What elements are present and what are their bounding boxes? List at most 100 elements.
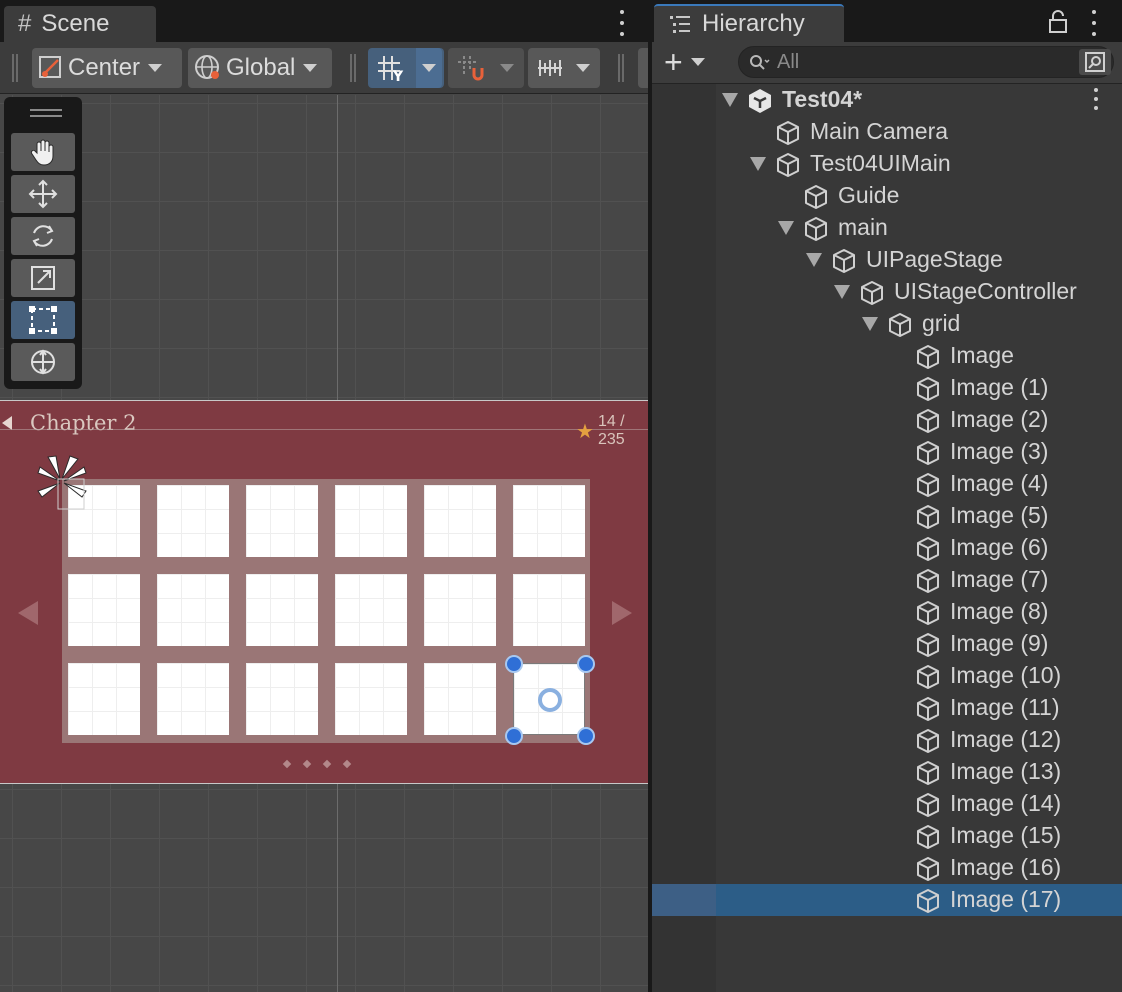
scene-viewport[interactable]: Chapter 2 ★ 14 / 235 [0, 95, 648, 992]
hierarchy-item[interactable]: Image (16) [652, 852, 1122, 884]
hierarchy-item[interactable]: Main Camera [652, 116, 1122, 148]
add-object-button[interactable]: + [664, 46, 705, 78]
ruler-snap-toggle[interactable] [528, 48, 600, 88]
chevron-down-icon [500, 64, 514, 72]
hierarchy-tab-label: Hierarchy [702, 10, 805, 37]
hierarchy-item[interactable]: main [652, 212, 1122, 244]
hierarchy-item[interactable]: Image (15) [652, 820, 1122, 852]
scale-icon [31, 266, 55, 290]
hierarchy-item-label: grid [922, 310, 961, 336]
hierarchy-item-label: Image (8) [950, 598, 1049, 624]
tab-hierarchy[interactable]: Hierarchy [654, 4, 844, 42]
pivot-rotation-dropdown[interactable]: Global [188, 48, 332, 88]
hierarchy-item[interactable]: UIPageStage [652, 244, 1122, 276]
grid-cell[interactable] [157, 663, 229, 735]
hierarchy-item[interactable]: Image (1) [652, 372, 1122, 404]
expand-arrow-icon[interactable] [750, 157, 766, 171]
hierarchy-menu-icon[interactable] [1086, 10, 1102, 36]
hierarchy-item[interactable]: Guide [652, 180, 1122, 212]
hierarchy-item-label: Main Camera [810, 118, 949, 144]
expand-arrow-icon[interactable] [834, 285, 850, 299]
grid-cell[interactable] [513, 574, 585, 646]
hierarchy-item[interactable]: Image (11) [652, 692, 1122, 724]
expand-arrow-icon[interactable] [862, 317, 878, 331]
hierarchy-item[interactable]: Image (4) [652, 468, 1122, 500]
scene-options-icon[interactable] [1088, 88, 1104, 110]
ui-canvas[interactable]: Chapter 2 ★ 14 / 235 [0, 400, 648, 784]
grid-cell[interactable] [157, 574, 229, 646]
expand-arrow-icon[interactable] [722, 93, 738, 107]
hierarchy-item[interactable]: Image [652, 340, 1122, 372]
hierarchy-item[interactable]: Image (10) [652, 660, 1122, 692]
resize-handle[interactable] [577, 655, 595, 673]
hierarchy-item-label: Image (14) [950, 790, 1062, 816]
stage-grid [62, 479, 595, 745]
next-page-icon [612, 601, 632, 625]
grid-cell[interactable] [424, 574, 496, 646]
hierarchy-scene-root[interactable]: Test04* [652, 84, 1122, 116]
hierarchy-item[interactable]: Test04UIMain [652, 148, 1122, 180]
gameobject-cube-icon [914, 887, 942, 921]
expand-arrow-icon[interactable] [778, 221, 794, 235]
lock-icon[interactable] [1048, 10, 1068, 34]
hierarchy-item[interactable]: Image (5) [652, 500, 1122, 532]
expand-arrow-icon[interactable] [806, 253, 822, 267]
tab-scene[interactable]: # Scene [4, 6, 156, 42]
pivot-icon[interactable] [538, 688, 562, 712]
grid-snap-toggle[interactable]: Y [368, 48, 444, 88]
hierarchy-item[interactable]: Image (9) [652, 628, 1122, 660]
hand-tool-button[interactable] [11, 133, 75, 171]
hierarchy-item[interactable]: Image (3) [652, 436, 1122, 468]
chevron-down-icon [148, 64, 163, 72]
hierarchy-item-label: Image (3) [950, 438, 1049, 464]
hierarchy-item[interactable]: Image (6) [652, 532, 1122, 564]
toolbar-grip-icon[interactable] [12, 54, 18, 82]
grid-cell[interactable] [246, 574, 318, 646]
scale-tool-button[interactable] [11, 259, 75, 297]
grid-cell[interactable] [513, 485, 585, 557]
hierarchy-item[interactable]: UIStageController [652, 276, 1122, 308]
scene-menu-icon[interactable] [614, 10, 630, 36]
hierarchy-search[interactable]: All [738, 46, 1114, 78]
rotate-tool-button[interactable] [11, 217, 75, 255]
grid-cell[interactable] [68, 574, 140, 646]
grid-cell[interactable] [335, 663, 407, 735]
increment-snap-toggle[interactable] [448, 48, 524, 88]
grid-cell[interactable] [68, 663, 140, 735]
hierarchy-item[interactable]: grid [652, 308, 1122, 340]
hierarchy-item[interactable]: Image (14) [652, 788, 1122, 820]
scene-window: # Scene Center Global Y Chapter 2 ★ 14 /… [0, 0, 648, 992]
hierarchy-item[interactable]: Image (7) [652, 564, 1122, 596]
resize-handle[interactable] [577, 727, 595, 745]
hierarchy-item[interactable]: Image (12) [652, 724, 1122, 756]
resize-handle[interactable] [505, 727, 523, 745]
hierarchy-item[interactable]: Image (2) [652, 404, 1122, 436]
move-tool-button[interactable] [11, 175, 75, 213]
pivot-mode-dropdown[interactable]: Center [32, 48, 182, 88]
rect-tool-button[interactable] [11, 301, 75, 339]
toolbar-grip-icon[interactable] [350, 54, 356, 82]
grid-cell[interactable] [246, 663, 318, 735]
grid-cell[interactable] [157, 485, 229, 557]
chevron-down-icon[interactable] [416, 48, 442, 88]
resize-handle[interactable] [505, 655, 523, 673]
grid-cell[interactable] [335, 574, 407, 646]
hierarchy-item[interactable]: Image (8) [652, 596, 1122, 628]
chapter-title: Chapter 2 [30, 411, 137, 435]
hierarchy-item[interactable]: Image (17) [652, 884, 1122, 916]
grid-cell[interactable] [505, 655, 595, 745]
grid-cell[interactable] [246, 485, 318, 557]
overlay-drag-handle[interactable] [30, 109, 62, 117]
toolbar-grip-icon[interactable] [618, 54, 624, 82]
overflow-button[interactable] [638, 48, 648, 88]
prev-page-icon [18, 601, 38, 625]
transform-tool-button[interactable] [11, 343, 75, 381]
hierarchy-tree[interactable]: Test04* Main Camera Test04UIMain Guide main U… [652, 84, 1122, 992]
grid-cell[interactable] [424, 485, 496, 557]
grid-cell[interactable] [424, 663, 496, 735]
search-scene-button[interactable] [1079, 49, 1111, 75]
pivot-mode-label: Center [68, 54, 141, 81]
hierarchy-item[interactable]: Image (13) [652, 756, 1122, 788]
anchor-gizmo-icon[interactable] [36, 453, 88, 518]
grid-cell[interactable] [335, 485, 407, 557]
